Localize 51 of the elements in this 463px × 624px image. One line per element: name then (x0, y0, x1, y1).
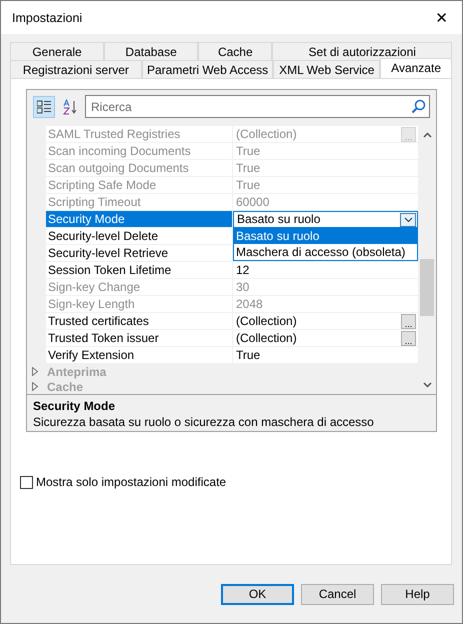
property-value: 2048 (236, 296, 263, 312)
property-value: True (236, 144, 260, 158)
ellipsis-button[interactable]: ... (401, 330, 416, 346)
property-value: Basato su ruolo (237, 212, 320, 227)
property-name[interactable]: Security-level Delete (46, 228, 233, 245)
dialog-button[interactable]: Cancel (301, 584, 374, 604)
categorized-list-icon (37, 100, 51, 114)
property-value: (Collection) (236, 330, 297, 346)
window-title: Impostazioni (12, 10, 82, 24)
property-value: 60000 (236, 194, 270, 210)
property-value: True (236, 348, 260, 362)
search-icon (411, 99, 426, 114)
expand-arrow-icon[interactable] (31, 367, 39, 376)
property-name[interactable]: Trusted Token issuer (46, 330, 233, 347)
property-value: True (236, 160, 260, 176)
property-value: (Collection) (236, 126, 297, 142)
description-text: Sicurezza basata su ruolo o sicurezza con maschera di accesso (33, 415, 375, 429)
property-name[interactable]: Trusted certificates (46, 313, 233, 330)
property-value: 30 (236, 280, 250, 294)
tab[interactable]: Database (104, 42, 198, 60)
property-name[interactable]: Security Mode (46, 211, 233, 228)
tab[interactable]: XML Web Service (273, 60, 380, 78)
tab[interactable]: Set di autorizzazioni (272, 42, 452, 60)
tab[interactable]: Cache (198, 42, 272, 60)
sort-alphabetical-icon (62, 98, 78, 114)
scroll-down-icon[interactable] (422, 382, 432, 388)
chevron-down-icon (404, 216, 412, 222)
scroll-up-icon[interactable] (422, 132, 432, 138)
ellipsis-button[interactable]: ... (401, 314, 416, 328)
property-value: 12 (236, 262, 250, 278)
checkbox-label: Mostra solo impostazioni modificate (36, 475, 226, 489)
tab[interactable]: Registrazioni server (10, 60, 142, 78)
property-value: (Collection) (236, 314, 297, 328)
property-value: True (236, 178, 260, 192)
categorized-view-button[interactable] (33, 96, 55, 118)
scrollbar-thumb[interactable] (420, 259, 434, 316)
tab[interactable]: Parametri Web Access (142, 60, 274, 78)
description-title: Security Mode (33, 399, 116, 413)
property-name[interactable]: Session Token Lifetime (46, 262, 233, 279)
dialog-button[interactable]: Help (381, 584, 454, 604)
dropdown-button[interactable] (400, 212, 416, 226)
expand-arrow-icon[interactable] (31, 382, 39, 391)
tab[interactable]: Generale (10, 42, 104, 60)
dialog-button[interactable]: OK (221, 584, 294, 604)
checkbox[interactable] (20, 476, 33, 488)
property-name[interactable]: Security-level Retrieve (46, 245, 233, 262)
dropdown-option[interactable]: Basato su ruolo (234, 228, 417, 244)
search-field[interactable]: Ricerca (85, 95, 430, 118)
property-name[interactable]: Verify Extension (46, 347, 233, 364)
tab[interactable]: Avanzate (380, 58, 452, 78)
close-button[interactable]: ✕ (429, 8, 454, 26)
